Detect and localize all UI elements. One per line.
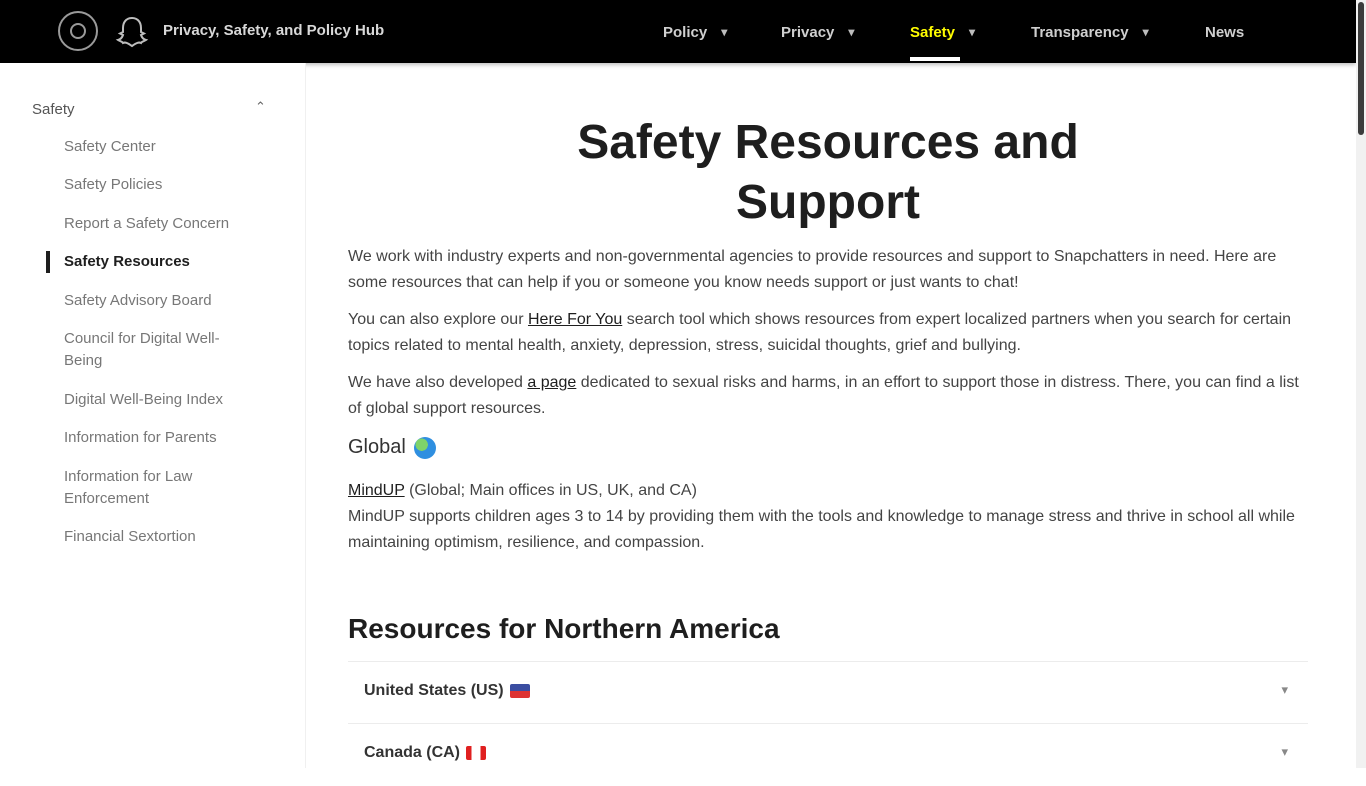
hub-logo-icon[interactable] xyxy=(58,11,98,51)
paragraph-text: You can also explore our xyxy=(348,311,528,328)
nav-privacy[interactable]: Privacy ▾ xyxy=(781,22,854,42)
sidebar-navigation: Safety ⌃ Safety Center Safety Policies R… xyxy=(0,63,306,768)
nav-privacy-label: Privacy xyxy=(781,23,835,41)
flag-us-icon xyxy=(509,684,530,698)
chevron-down-icon: ▾ xyxy=(848,25,855,39)
sidebar-item-safety-policies[interactable]: Safety Policies xyxy=(64,174,274,196)
mindup-location: (Global; Main offices in US, UK, and CA) xyxy=(404,482,697,499)
sexual-risks-paragraph: We have also developed a page dedicated … xyxy=(348,370,1308,422)
sidebar-item-report-safety-concern[interactable]: Report a Safety Concern xyxy=(64,213,274,235)
scrollbar-thumb[interactable] xyxy=(1358,2,1364,135)
nav-safety-label: Safety xyxy=(910,23,956,41)
sidebar-item-information-for-law-enforcement[interactable]: Information for Law Enforcement xyxy=(64,466,234,510)
mindup-description: MindUP supports children ages 3 to 14 by… xyxy=(348,508,1295,551)
page-title-text: Safety Resources and Support xyxy=(577,116,1079,229)
mindup-link[interactable]: MindUP xyxy=(348,482,405,499)
sidebar-active-marker xyxy=(46,251,50,273)
nav-policy[interactable]: Policy ▾ xyxy=(663,22,727,42)
accordion-canada[interactable]: Canada (CA) ▾ xyxy=(348,723,1308,786)
section-heading-northern-america: Resources for Northern America xyxy=(348,613,780,644)
mindup-paragraph: MindUP (Global; Main offices in US, UK, … xyxy=(348,478,1308,556)
here-for-you-link[interactable]: Here For You xyxy=(528,311,622,328)
sidebar-item-safety-resources[interactable]: Safety Resources xyxy=(64,251,274,273)
chevron-down-icon: ▾ xyxy=(1142,25,1149,39)
chevron-up-icon[interactable]: ⌃ xyxy=(255,99,266,115)
accordion-title: United States (US) xyxy=(364,682,530,700)
sidebar-item-safety-center[interactable]: Safety Center xyxy=(64,136,274,158)
global-heading: Global xyxy=(348,436,436,459)
sexual-risks-page-link[interactable]: a page xyxy=(527,374,576,391)
accordion-label: United States (US) xyxy=(364,682,504,699)
sidebar-item-safety-advisory-board[interactable]: Safety Advisory Board xyxy=(64,290,274,312)
snapchat-ghost-icon[interactable] xyxy=(114,14,150,50)
accordion-title: Canada (CA) xyxy=(364,744,487,762)
nav-policy-label: Policy xyxy=(663,23,708,41)
sidebar-item-digital-well-being-index[interactable]: Digital Well-Being Index xyxy=(64,389,274,411)
page-title: Safety Resources and Support xyxy=(348,113,1308,233)
hub-brand-title[interactable]: Privacy, Safety, and Policy Hub xyxy=(163,22,384,39)
top-navigation-bar: Privacy, Safety, and Policy Hub Policy ▾… xyxy=(0,0,1356,63)
intro-paragraph: We work with industry experts and non-go… xyxy=(348,248,1277,291)
nav-safety[interactable]: Safety ▾ xyxy=(910,22,975,42)
here-for-you-paragraph: You can also explore our Here For You se… xyxy=(348,307,1308,359)
nav-news[interactable]: News xyxy=(1205,22,1244,42)
chevron-down-icon: ▾ xyxy=(721,25,728,39)
sidebar-heading[interactable]: Safety xyxy=(32,101,75,118)
chevron-down-icon: ▾ xyxy=(969,25,976,39)
chevron-down-icon[interactable]: ▾ xyxy=(1281,682,1288,698)
sidebar-item-digital-well-being-council[interactable]: Council for Digital Well-Being xyxy=(64,328,244,372)
accordion-label: Canada (CA) xyxy=(364,744,461,761)
flag-ca-icon xyxy=(466,746,487,760)
globe-icon xyxy=(413,436,436,459)
accordion-united-states[interactable]: United States (US) ▾ xyxy=(348,661,1308,724)
nav-transparency-label: Transparency xyxy=(1031,23,1129,41)
chevron-down-icon[interactable]: ▾ xyxy=(1281,744,1288,760)
sidebar-item-information-for-parents[interactable]: Information for Parents xyxy=(64,427,274,449)
paragraph-text: We have also developed xyxy=(348,374,528,391)
nav-news-label: News xyxy=(1205,23,1245,41)
global-heading-text: Global xyxy=(348,436,406,458)
sidebar-item-financial-sextortion[interactable]: Financial Sextortion xyxy=(64,526,274,548)
page-scrollbar[interactable] xyxy=(1356,0,1366,768)
nav-transparency[interactable]: Transparency ▾ xyxy=(1031,22,1149,42)
nav-active-underline xyxy=(910,57,960,61)
